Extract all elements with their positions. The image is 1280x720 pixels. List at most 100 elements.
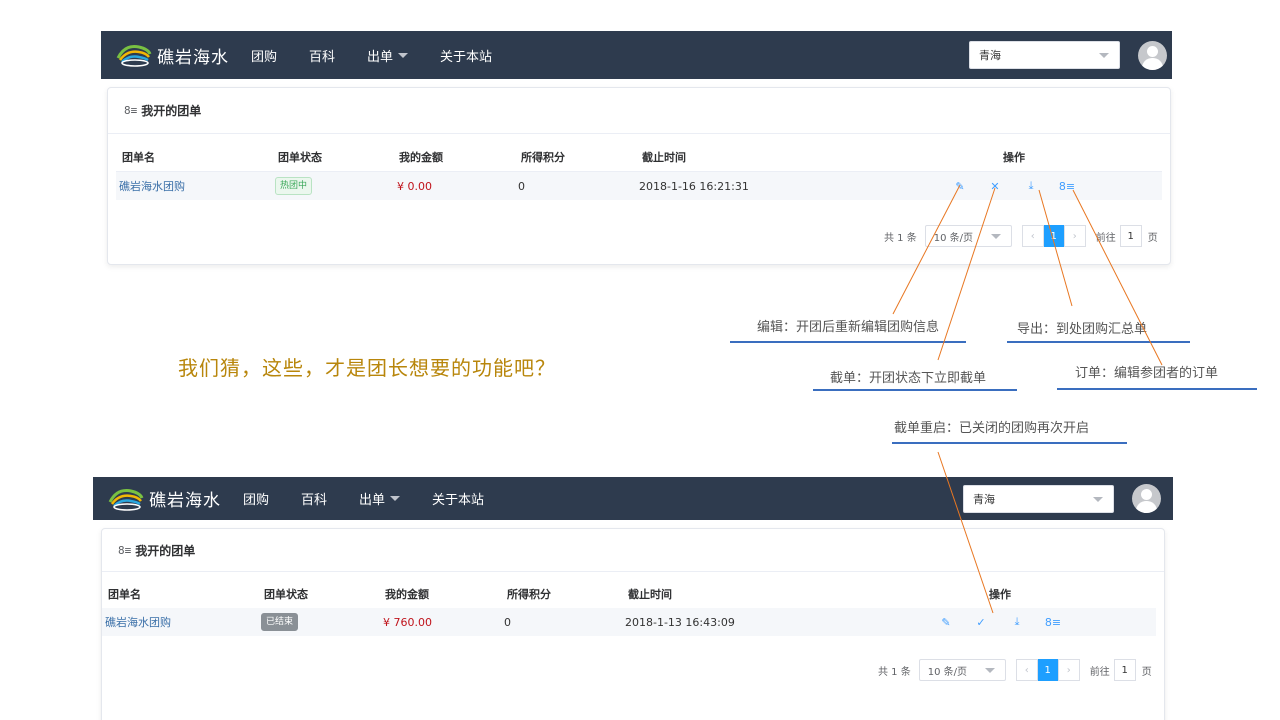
annotation-orders: 订单：编辑参团者的订单 (1075, 366, 1219, 381)
nav-item-about[interactable]: 关于本站 (440, 46, 492, 65)
page-unit-label: 页 (1141, 666, 1152, 678)
group-name-link[interactable]: 礁岩海水团购 (119, 172, 185, 200)
app-screenshot-top: 礁岩海水 团购 百科 出单 关于本站 青海 8≡ 我开的团单 团单名 团单状态 … (101, 31, 1172, 271)
chevron-down-icon (398, 52, 409, 58)
order-list-icon[interactable]: 8≡ (1059, 179, 1075, 193)
goto-page-input[interactable]: 1 (1119, 225, 1142, 247)
annotation-underline (1007, 341, 1190, 343)
annotation-reopen: 截单重启：已关闭的团购再次开启 (894, 421, 1090, 436)
close-order-x-icon[interactable]: ✕ (988, 179, 1002, 193)
list-icon: 8≡ (118, 543, 132, 557)
logo-text: 礁岩海水 (157, 47, 229, 68)
table-row: 礁岩海水团购 已结束 ¥ 760.00 0 2018-1-13 16:43:09… (102, 608, 1156, 636)
column-header-name: 团单名 (108, 587, 141, 601)
page-size-value: 10 条/页 (933, 232, 974, 244)
logo-text: 礁岩海水 (149, 491, 221, 511)
column-header-name: 团单名 (122, 150, 155, 164)
nav-item-group-buy[interactable]: 团购 (251, 46, 277, 65)
logo-wave-icon (116, 45, 152, 67)
pagination-total: 共 1 条 (884, 232, 917, 244)
pagination: 共 1 条 10 条/页 ‹ 1 › 前往 1 页 (884, 225, 1158, 247)
annotation-underline (892, 442, 1127, 444)
chevron-down-icon (984, 668, 995, 673)
chevron-down-icon (990, 234, 1001, 239)
card-header: 8≡ 我开的团单 (102, 529, 1164, 572)
card-title: 我开的团单 (141, 104, 202, 118)
prev-page-button[interactable]: ‹ (1015, 659, 1038, 681)
column-header-amount: 我的金额 (385, 587, 429, 601)
tagline-text: 我们猜，这些，才是团长想要的功能吧？ (178, 356, 556, 380)
column-header-deadline: 截止时间 (642, 150, 686, 164)
annotation-underline (730, 341, 966, 343)
annotation-close-order: 截单：开团状态下立即截单 (830, 371, 987, 386)
site-logo[interactable]: 礁岩海水 (115, 42, 229, 68)
page-number-current[interactable]: 1 (1043, 225, 1064, 247)
column-header-status: 团单状态 (264, 587, 308, 601)
nav-item-about[interactable]: 关于本站 (432, 489, 484, 508)
annotation-underline (813, 389, 1017, 391)
table-row: 礁岩海水团购 热团中 ¥ 0.00 0 2018-1-16 16:21:31 ✎… (116, 172, 1162, 200)
region-select[interactable]: 青海 (969, 41, 1120, 69)
prev-page-button[interactable]: ‹ (1021, 225, 1044, 247)
app-screenshot-bottom: 礁岩海水 团购 百科 出单 关于本站 青海 8≡ 我开的团单 团单名 团单状态 … (93, 477, 1173, 720)
avatar-body-shape (1142, 58, 1163, 70)
status-badge: 已结束 (261, 613, 299, 631)
nav-item-orders-label: 出单 (359, 493, 386, 508)
page-size-select[interactable]: 10 条/页 (924, 225, 1012, 247)
card-header: 8≡ 我开的团单 (108, 88, 1170, 134)
annotation-edit: 编辑：开团后重新编辑团购信息 (757, 320, 940, 335)
nav-item-orders-dropdown[interactable]: 出单 (359, 489, 401, 508)
edit-pencil-icon[interactable]: ✎ (953, 179, 967, 193)
next-page-button[interactable]: › (1057, 659, 1080, 681)
site-logo[interactable]: 礁岩海水 (107, 486, 221, 512)
next-page-button[interactable]: › (1063, 225, 1086, 247)
goto-label: 前往 (1095, 232, 1116, 244)
deadline-value: 2018-1-13 16:43:09 (625, 615, 735, 629)
chevron-down-icon (390, 496, 401, 501)
annotation-export: 导出：到处团购汇总单 (1017, 322, 1148, 337)
download-icon[interactable]: ⤓ (1024, 179, 1038, 193)
points-value: 0 (504, 615, 511, 629)
user-avatar[interactable] (1138, 41, 1167, 70)
nav-item-orders-label: 出单 (367, 49, 394, 65)
column-header-points: 所得积分 (507, 587, 551, 601)
annotation-underline (1057, 388, 1257, 390)
logo-wave-icon (108, 488, 144, 511)
order-list-icon[interactable]: 8≡ (1045, 615, 1061, 629)
column-header-amount: 我的金额 (399, 150, 443, 164)
region-select-value: 青海 (973, 493, 995, 506)
table-header: 团单名 团单状态 我的金额 所得积分 截止时间 操作 (102, 579, 1156, 609)
list-icon: 8≡ (124, 104, 138, 117)
pagination: 共 1 条 10 条/页 ‹ 1 › 前往 1 页 (878, 659, 1152, 681)
goto-label: 前往 (1089, 666, 1110, 678)
avatar-head-shape (1147, 46, 1158, 57)
user-avatar[interactable] (1132, 484, 1161, 513)
page-size-select[interactable]: 10 条/页 (918, 659, 1006, 681)
column-header-actions: 操作 (989, 587, 1011, 601)
download-icon[interactable]: ⤓ (1010, 615, 1024, 629)
group-name-link[interactable]: 礁岩海水团购 (105, 608, 171, 636)
pagination-total: 共 1 条 (878, 666, 911, 678)
column-header-status: 团单状态 (278, 150, 322, 164)
reopen-check-icon[interactable]: ✓ (974, 615, 988, 629)
my-group-orders-card: 8≡ 我开的团单 团单名 团单状态 我的金额 所得积分 截止时间 操作 礁岩海水… (107, 87, 1171, 265)
my-group-orders-card: 8≡ 我开的团单 团单名 团单状态 我的金额 所得积分 截止时间 操作 礁岩海水… (101, 528, 1165, 720)
top-navbar: 礁岩海水 团购 百科 出单 关于本站 青海 (93, 477, 1173, 520)
nav-item-group-buy[interactable]: 团购 (243, 489, 269, 508)
nav-item-wiki[interactable]: 百科 (301, 489, 327, 508)
avatar-body-shape (1136, 501, 1157, 513)
page-number-current[interactable]: 1 (1037, 659, 1058, 681)
points-value: 0 (518, 179, 525, 193)
deadline-value: 2018-1-16 16:21:31 (639, 179, 749, 193)
edit-pencil-icon[interactable]: ✎ (939, 615, 953, 629)
nav-item-orders-dropdown[interactable]: 出单 (367, 46, 409, 65)
nav-item-wiki[interactable]: 百科 (309, 46, 335, 65)
page-size-value: 10 条/页 (927, 666, 968, 678)
card-title: 我开的团单 (135, 543, 196, 558)
table-header: 团单名 团单状态 我的金额 所得积分 截止时间 操作 (116, 142, 1162, 172)
goto-page-input[interactable]: 1 (1113, 659, 1136, 681)
status-badge: 热团中 (275, 177, 313, 195)
top-navbar: 礁岩海水 团购 百科 出单 关于本站 青海 (101, 31, 1172, 79)
region-select[interactable]: 青海 (963, 485, 1114, 513)
column-header-deadline: 截止时间 (628, 587, 672, 601)
